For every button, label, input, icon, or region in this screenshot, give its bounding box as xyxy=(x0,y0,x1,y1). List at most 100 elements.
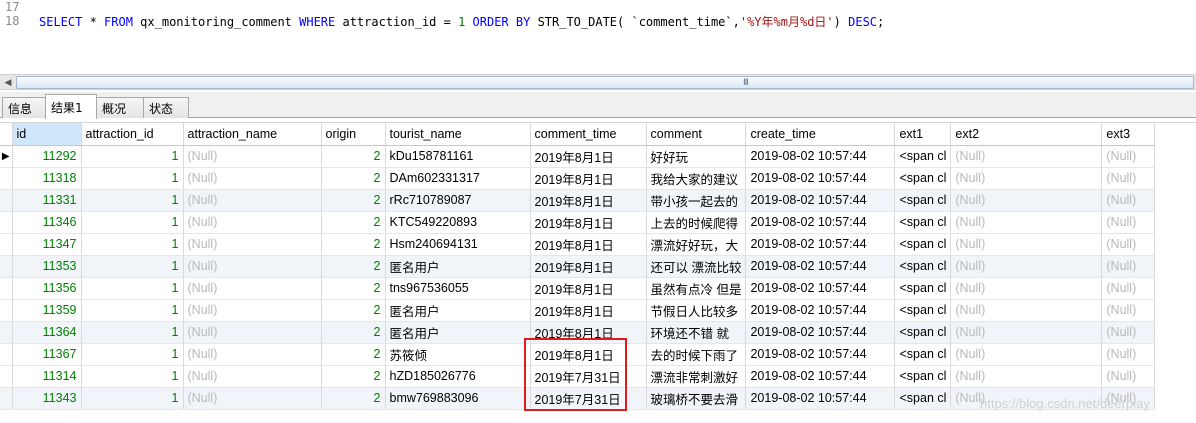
cell-attraction-id[interactable]: 1 xyxy=(81,299,184,322)
cell-ext1[interactable]: <span cl xyxy=(894,343,952,366)
cell-tourist-name[interactable]: 匿名用户 xyxy=(385,321,531,344)
cell-ext1[interactable]: <span cl xyxy=(894,365,952,388)
cell-attraction-name[interactable]: (Null) xyxy=(183,343,322,366)
cell-ext3[interactable]: (Null) xyxy=(1101,167,1156,190)
editor-horizontal-scrollbar[interactable]: ◀ III xyxy=(0,74,1196,90)
cell-id[interactable]: 11292 xyxy=(12,145,82,168)
cell-id[interactable]: 11359 xyxy=(12,299,82,322)
row-indicator[interactable] xyxy=(0,167,13,190)
table-row[interactable]: 11346 1 (Null) 2 KTC549220893 2019年8月1日 上去的时候爬… xyxy=(0,211,1156,234)
cell-attraction-name[interactable]: (Null) xyxy=(183,189,322,212)
cell-attraction-id[interactable]: 1 xyxy=(81,365,184,388)
cell-comment-time[interactable]: 2019年8月1日 xyxy=(530,299,647,322)
cell-ext2[interactable]: (Null) xyxy=(950,145,1103,168)
cell-attraction-name[interactable]: (Null) xyxy=(183,365,322,388)
column-header-comment-time[interactable]: comment_time xyxy=(530,123,647,146)
row-indicator[interactable] xyxy=(0,387,13,410)
cell-attraction-id[interactable]: 1 xyxy=(81,167,184,190)
cell-id[interactable]: 11353 xyxy=(12,255,82,278)
cell-ext3[interactable]: (Null) xyxy=(1101,145,1156,168)
sql-editor[interactable]: 17 18 SELECT * FROM qx_monitoring_commen… xyxy=(0,0,1196,74)
cell-origin[interactable]: 2 xyxy=(321,189,386,212)
cell-ext3[interactable]: (Null) xyxy=(1101,343,1156,366)
cell-ext1[interactable]: <span cl xyxy=(894,145,952,168)
cell-ext1[interactable]: <span cl xyxy=(894,211,952,234)
row-indicator[interactable] xyxy=(0,343,13,366)
cell-origin[interactable]: 2 xyxy=(321,365,386,388)
table-row[interactable]: 11353 1 (Null) 2 匿名用户 2019年8月1日 还可以 漂流比较 2019-0… xyxy=(0,255,1156,278)
cell-comment[interactable]: 还可以 漂流比较 xyxy=(646,255,747,278)
cell-tourist-name[interactable]: KTC549220893 xyxy=(385,211,531,234)
cell-attraction-id[interactable]: 1 xyxy=(81,233,184,256)
cell-id[interactable]: 11347 xyxy=(12,233,82,256)
cell-attraction-name[interactable]: (Null) xyxy=(183,277,322,300)
cell-ext3[interactable]: (Null) xyxy=(1101,233,1156,256)
cell-create-time[interactable]: 2019-08-02 10:57:44 xyxy=(745,365,896,388)
cell-comment[interactable]: 玻璃桥不要去滑 xyxy=(646,387,747,410)
cell-tourist-name[interactable]: kDu158781161 xyxy=(385,145,531,168)
row-indicator[interactable] xyxy=(0,365,13,388)
cell-create-time[interactable]: 2019-08-02 10:57:44 xyxy=(745,255,896,278)
cell-create-time[interactable]: 2019-08-02 10:57:44 xyxy=(745,145,896,168)
cell-create-time[interactable]: 2019-08-02 10:57:44 xyxy=(745,233,896,256)
current-row-arrow-icon[interactable]: ▶ xyxy=(0,145,13,168)
cell-origin[interactable]: 2 xyxy=(321,277,386,300)
cell-ext1[interactable]: <span cl xyxy=(894,299,952,322)
cell-ext2[interactable]: (Null) xyxy=(950,343,1103,366)
cell-ext2[interactable]: (Null) xyxy=(950,189,1103,212)
cell-ext2[interactable]: (Null) xyxy=(950,167,1103,190)
cell-tourist-name[interactable]: hZD185026776 xyxy=(385,365,531,388)
cell-attraction-id[interactable]: 1 xyxy=(81,387,184,410)
cell-origin[interactable]: 2 xyxy=(321,167,386,190)
cell-comment[interactable]: 我给大家的建议 xyxy=(646,167,747,190)
cell-id[interactable]: 11367 xyxy=(12,343,82,366)
row-indicator[interactable] xyxy=(0,233,13,256)
cell-id[interactable]: 11356 xyxy=(12,277,82,300)
cell-ext2[interactable]: (Null) xyxy=(950,277,1103,300)
row-indicator[interactable] xyxy=(0,189,13,212)
cell-tourist-name[interactable]: bmw769883096 xyxy=(385,387,531,410)
cell-ext1[interactable]: <span cl xyxy=(894,189,952,212)
column-header-comment[interactable]: comment xyxy=(646,123,747,146)
cell-comment[interactable]: 漂流好好玩，大 xyxy=(646,233,747,256)
cell-tourist-name[interactable]: tns967536055 xyxy=(385,277,531,300)
cell-tourist-name[interactable]: rRc710789087 xyxy=(385,189,531,212)
column-header-origin[interactable]: origin xyxy=(321,123,386,146)
tab-status[interactable]: 状态 xyxy=(143,97,189,118)
cell-attraction-id[interactable]: 1 xyxy=(81,255,184,278)
row-indicator[interactable] xyxy=(0,299,13,322)
column-header-tourist-name[interactable]: tourist_name xyxy=(385,123,531,146)
column-header-attraction-name[interactable]: attraction_name xyxy=(183,123,322,146)
cell-comment[interactable]: 虽然有点冷 但是 xyxy=(646,277,747,300)
cell-comment-time[interactable]: 2019年8月1日 xyxy=(530,167,647,190)
table-row[interactable]: 11347 1 (Null) 2 Hsm240694131 2019年8月1日 漂流好好玩，… xyxy=(0,233,1156,256)
tab-overview[interactable]: 概况 xyxy=(96,97,144,118)
cell-id[interactable]: 11343 xyxy=(12,387,82,410)
cell-origin[interactable]: 2 xyxy=(321,233,386,256)
cell-comment[interactable]: 环境还不错 就 xyxy=(646,321,747,344)
column-header-ext3[interactable]: ext3 xyxy=(1101,123,1156,146)
cell-attraction-name[interactable]: (Null) xyxy=(183,321,322,344)
cell-comment[interactable]: 带小孩一起去的 xyxy=(646,189,747,212)
cell-ext2[interactable]: (Null) xyxy=(950,299,1103,322)
cell-create-time[interactable]: 2019-08-02 10:57:44 xyxy=(745,321,896,344)
cell-ext2[interactable]: (Null) xyxy=(950,255,1103,278)
cell-ext3[interactable]: (Null) xyxy=(1101,211,1156,234)
cell-ext3[interactable]: (Null) xyxy=(1101,299,1156,322)
cell-comment-time[interactable]: 2019年7月31日 xyxy=(530,365,647,388)
scrollbar-thumb[interactable]: III xyxy=(16,76,1194,89)
sql-query-line[interactable]: SELECT * FROM qx_monitoring_comment WHER… xyxy=(39,14,884,30)
cell-comment[interactable]: 节假日人比较多 xyxy=(646,299,747,322)
cell-ext1[interactable]: <span cl xyxy=(894,167,952,190)
table-row[interactable]: 11356 1 (Null) 2 tns967536055 2019年8月1日 虽然有点冷 … xyxy=(0,277,1156,300)
tab-info[interactable]: 信息 xyxy=(2,97,46,118)
cell-origin[interactable]: 2 xyxy=(321,211,386,234)
cell-comment-time[interactable]: 2019年7月31日 xyxy=(530,387,647,410)
row-indicator[interactable] xyxy=(0,277,13,300)
cell-ext3[interactable]: (Null) xyxy=(1101,255,1156,278)
cell-create-time[interactable]: 2019-08-02 10:57:44 xyxy=(745,387,896,410)
table-row[interactable]: ▶ 11292 1 (Null) 2 kDu158781161 2019年8月1日 好好玩 20… xyxy=(0,145,1156,168)
column-header-ext1[interactable]: ext1 xyxy=(894,123,952,146)
result-grid[interactable]: id attraction_id attraction_name origin tour… xyxy=(0,122,1196,423)
cell-attraction-id[interactable]: 1 xyxy=(81,145,184,168)
